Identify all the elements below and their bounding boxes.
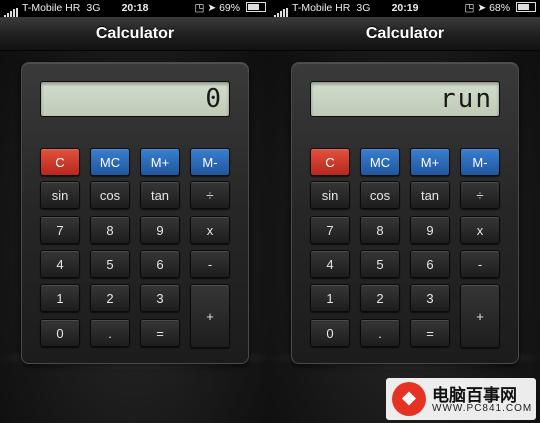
digit-0-button[interactable]: 0 [40,319,80,347]
divide-button[interactable]: ÷ [460,181,500,209]
equals-button[interactable]: = [410,319,450,347]
battery-icon [246,2,266,12]
cos-button[interactable]: cos [90,181,130,209]
digit-6-button[interactable]: 6 [140,250,180,278]
digit-3-button[interactable]: 3 [410,284,450,312]
equals-button[interactable]: = [140,319,180,347]
multiply-button[interactable]: x [460,216,500,244]
battery-percent: 69% [219,2,241,14]
digit-8-button[interactable]: 8 [90,216,130,244]
memory-clear-button[interactable]: MC [90,148,130,176]
digit-5-button[interactable]: 5 [90,250,130,278]
memory-subtract-button[interactable]: M- [190,148,230,176]
status-bar: T-Mobile HR 3G 20:19 ◳ ➤ 68% [270,0,540,18]
calculator-display: run [310,81,500,117]
nav-title: Calculator [0,17,270,51]
digit-1-button[interactable]: 1 [310,284,350,312]
digit-1-button[interactable]: 1 [40,284,80,312]
digit-2-button[interactable]: 2 [90,284,130,312]
status-bar: T-Mobile HR 3G 20:18 ◳ ➤ 69% [0,0,270,18]
tan-button[interactable]: tan [410,181,450,209]
digit-9-button[interactable]: 9 [140,216,180,244]
site-logo-icon: ❖ [392,382,426,416]
subtract-button[interactable]: - [460,250,500,278]
decimal-button[interactable]: . [360,319,400,347]
memory-subtract-button[interactable]: M- [460,148,500,176]
watermark-url: WWW.PC841.COM [432,403,533,414]
digit-6-button[interactable]: 6 [410,250,450,278]
memory-clear-button[interactable]: MC [360,148,400,176]
memory-add-button[interactable]: M+ [140,148,180,176]
watermark-logo: ❖ 电脑百事网 WWW.PC841.COM [386,378,536,420]
digit-4-button[interactable]: 4 [40,250,80,278]
sin-button[interactable]: sin [40,181,80,209]
calculator-screen-left: T-Mobile HR 3G 20:18 ◳ ➤ 69% Calculator 0… [0,0,271,423]
subtract-button[interactable]: - [190,250,230,278]
digit-5-button[interactable]: 5 [360,250,400,278]
calculator-body: 0 C MC M+ M- sin cos tan ÷ 7 8 9 x 4 5 6… [21,62,249,364]
decimal-button[interactable]: . [90,319,130,347]
clear-button[interactable]: C [310,148,350,176]
calculator-screen-right: T-Mobile HR 3G 20:19 ◳ ➤ 68% Calculator r… [270,0,540,423]
sin-button[interactable]: sin [310,181,350,209]
status-right-icons: ◳ ➤ 68% [464,0,536,17]
clear-button[interactable]: C [40,148,80,176]
digit-4-button[interactable]: 4 [310,250,350,278]
add-button[interactable]: + [460,284,500,348]
calculator-body: run C MC M+ M- sin cos tan ÷ 7 8 9 x 4 5… [291,62,519,364]
nav-title: Calculator [270,17,540,51]
digit-7-button[interactable]: 7 [40,216,80,244]
digit-7-button[interactable]: 7 [310,216,350,244]
lock-icon: ◳ [464,2,475,14]
tan-button[interactable]: tan [140,181,180,209]
lock-icon: ◳ [194,2,205,14]
battery-icon [516,2,536,12]
memory-add-button[interactable]: M+ [410,148,450,176]
calculator-display: 0 [40,81,230,117]
divide-button[interactable]: ÷ [190,181,230,209]
add-button[interactable]: + [190,284,230,348]
digit-9-button[interactable]: 9 [410,216,450,244]
digit-0-button[interactable]: 0 [310,319,350,347]
cos-button[interactable]: cos [360,181,400,209]
status-right-icons: ◳ ➤ 69% [194,0,266,17]
multiply-button[interactable]: x [190,216,230,244]
battery-percent: 68% [489,2,511,14]
location-arrow-icon: ➤ [207,2,217,14]
digit-3-button[interactable]: 3 [140,284,180,312]
location-arrow-icon: ➤ [477,2,487,14]
digit-2-button[interactable]: 2 [360,284,400,312]
digit-8-button[interactable]: 8 [360,216,400,244]
